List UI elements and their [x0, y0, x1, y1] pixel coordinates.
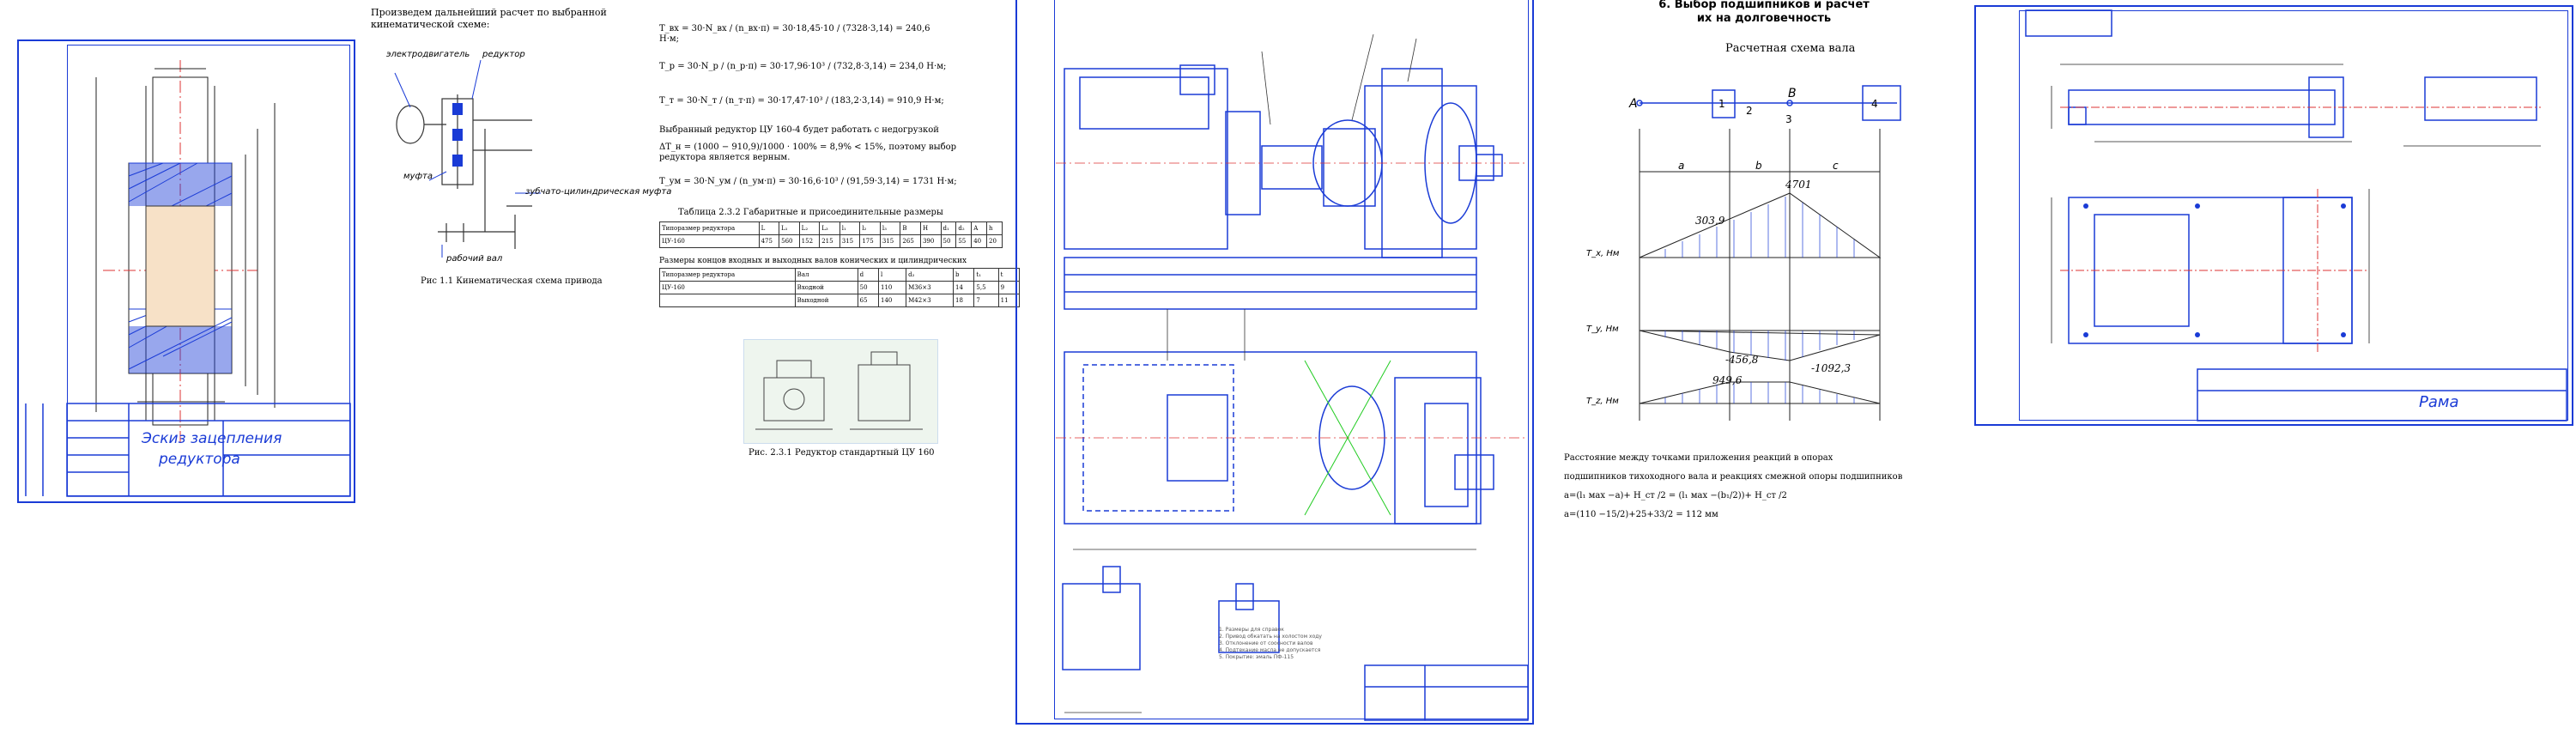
- frame-title: Рама: [2419, 393, 2459, 411]
- frame-drawing: [2025, 9, 2567, 422]
